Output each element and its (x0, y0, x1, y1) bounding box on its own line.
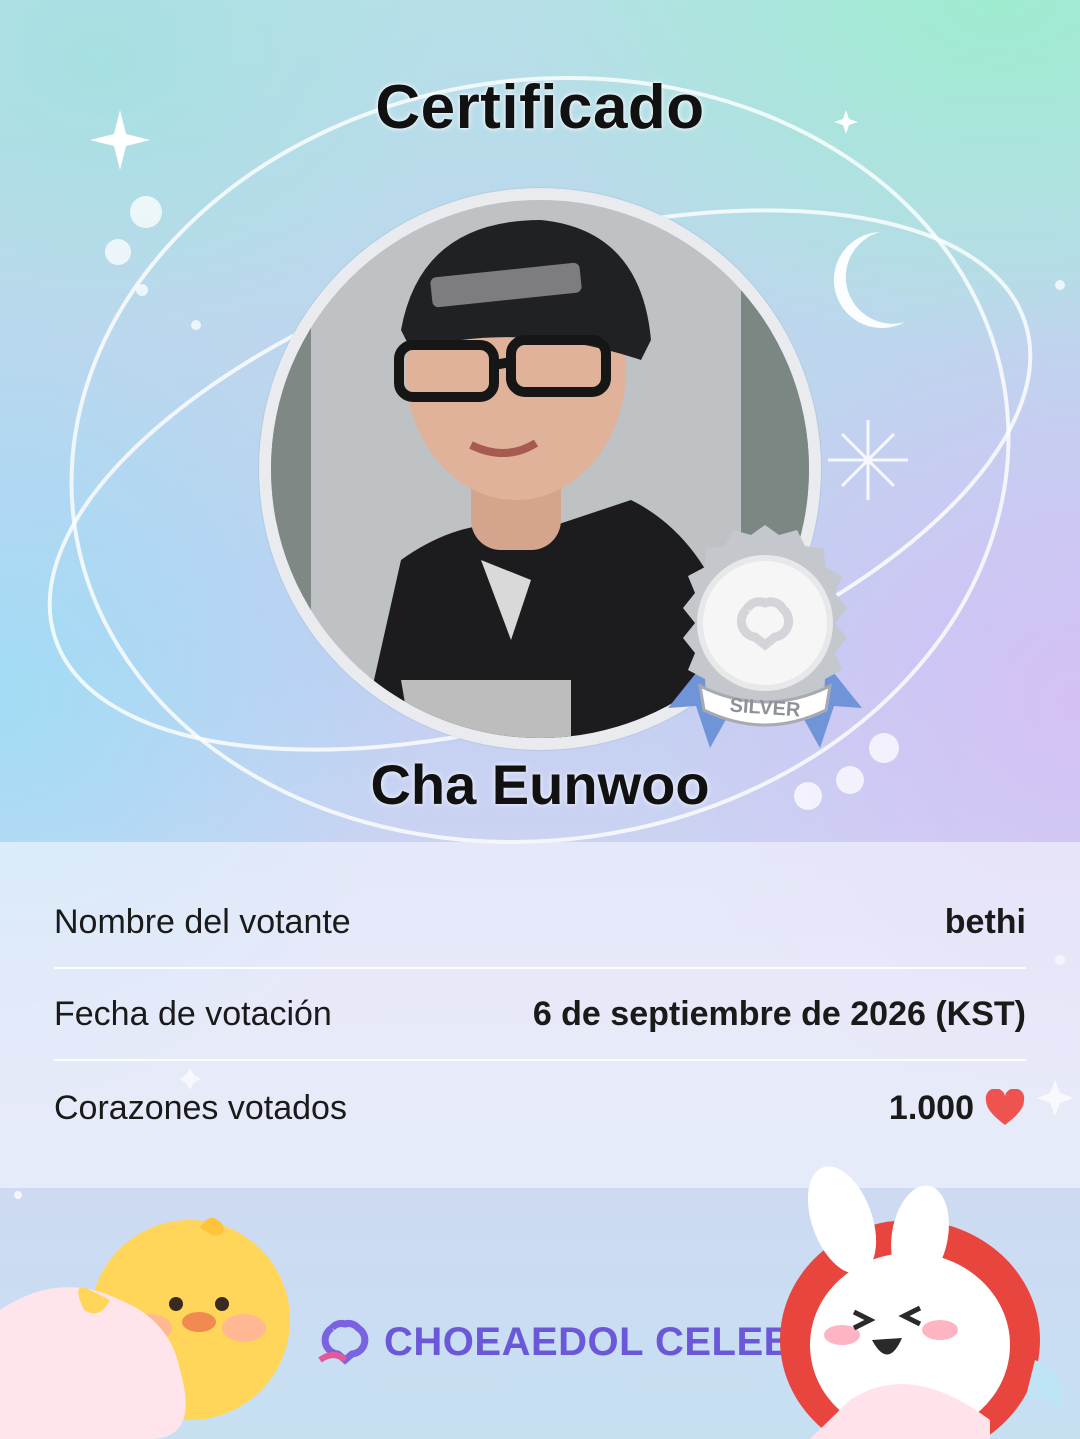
brand-logo: CHOEAEDOL CELEB (314, 1312, 793, 1372)
vote-date-label: Fecha de votación (54, 994, 332, 1033)
hearts-voted-value: 1.000 (888, 1088, 974, 1127)
voter-name-label: Nombre del votante (54, 902, 351, 941)
hearts-voted-label: Corazones votados (54, 1088, 347, 1127)
certificate-title: Certificado (375, 73, 705, 142)
hearts-voted-value-group: 1.000 (889, 1089, 1026, 1128)
bunny-character (780, 1166, 1063, 1439)
brand-name: CHOEAEDOL CELEB (384, 1319, 794, 1364)
heart-icon (985, 1089, 1025, 1125)
duck-character (0, 1217, 290, 1439)
info-row-hearts-voted: Corazones votados 1.000 (54, 1062, 1026, 1154)
voter-name-value: bethi (944, 902, 1026, 941)
info-row-vote-date: Fecha de votación 6 de septiembre de 202… (54, 968, 1026, 1060)
divider (54, 1059, 1026, 1061)
idol-name: Cha Eunwoo (370, 753, 710, 816)
silver-badge: SILVER (668, 525, 862, 748)
info-row-voter-name: Nombre del votante bethi (54, 876, 1026, 968)
brand-heart-icon (318, 1320, 369, 1365)
vote-date-value: 6 de septiembre de 2026 (KST) (532, 994, 1026, 1033)
